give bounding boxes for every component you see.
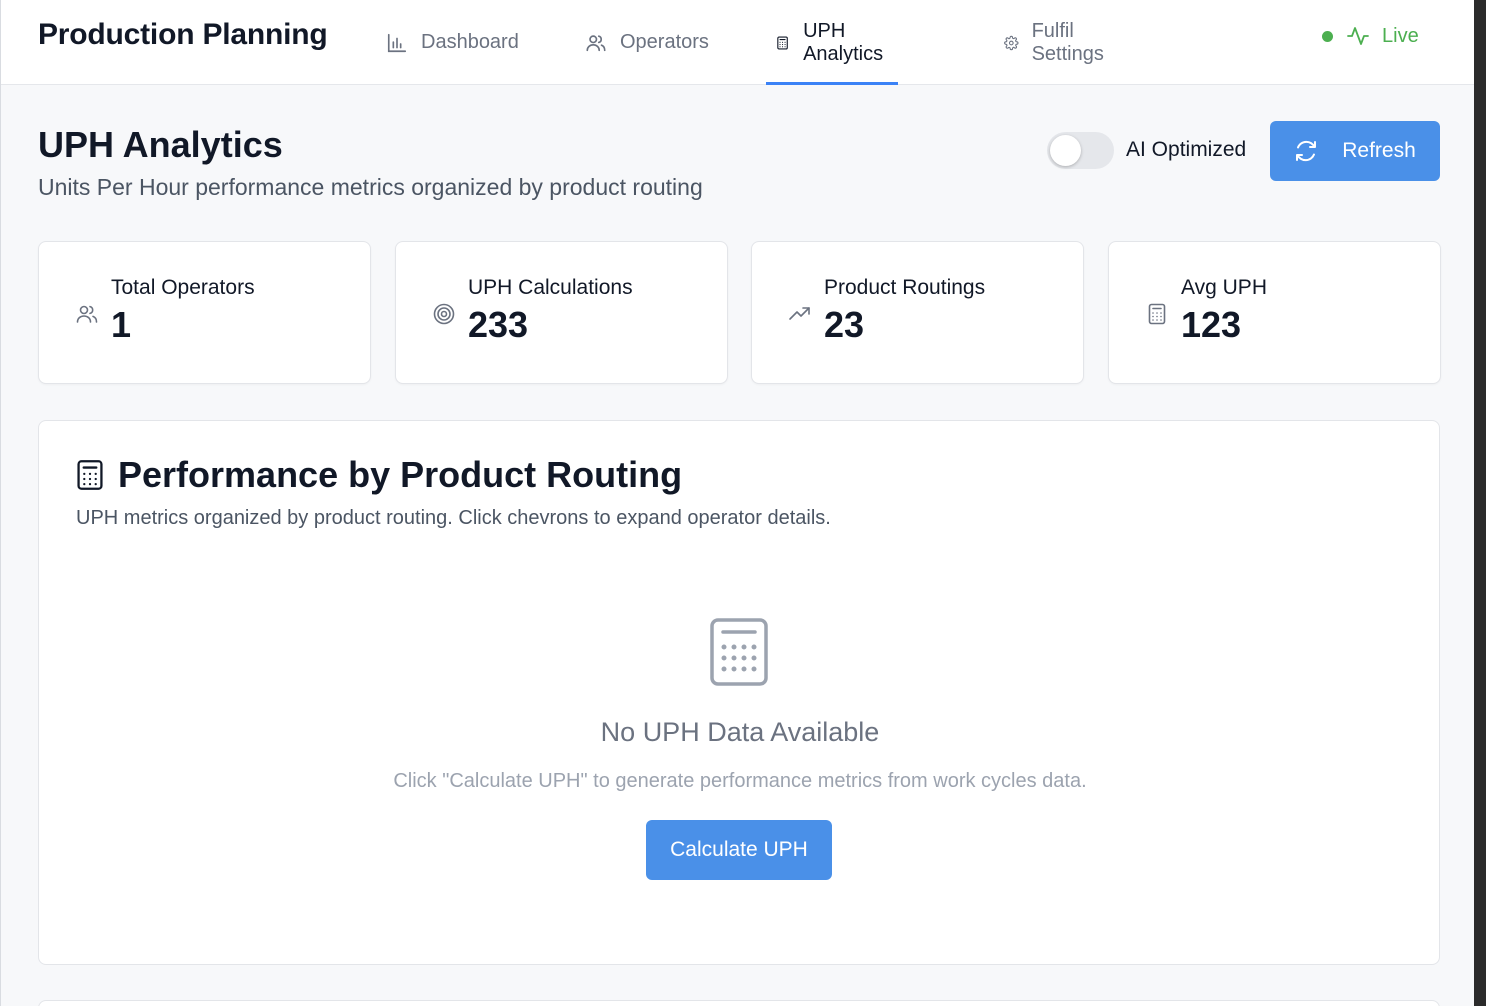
stat-label: Product Routings [824,276,986,299]
nav-tab-label: UPH Analytics [803,19,884,65]
gear-icon [1004,35,1019,50]
stat-value: 123 [1181,304,1242,345]
stat-label: Total Operators [111,276,255,299]
trending-up-icon [789,307,810,320]
nav-tab-fulfil-settings[interactable]: Fulfil Settings [1004,0,1111,85]
refresh-button[interactable]: Refresh [1270,121,1440,181]
nav-tab-operators[interactable]: Operators [585,0,709,85]
top-navigation-bar: Production Planning Dashboard Operators … [1,0,1474,85]
empty-state-description: Click "Calculate UPH" to generate perfor… [393,770,1087,792]
refresh-icon [1296,140,1317,162]
stat-card-product-routings: Product Routings 23 [751,241,1084,384]
app-window: Production Planning Dashboard Operators … [0,0,1474,1006]
target-icon [433,303,455,325]
bar-chart-icon [387,33,407,52]
nav-tab-uph-analytics[interactable]: UPH Analytics [765,0,899,85]
performance-by-routing-panel: Performance by Product Routing UPH metri… [38,420,1440,965]
next-panel-edge [38,1000,1440,1006]
calculator-icon [77,460,103,490]
stat-label: UPH Calculations [468,276,633,299]
users-icon [76,305,98,323]
stat-card-uph-calculations: UPH Calculations 233 [395,241,728,384]
calculator-icon [710,618,768,686]
live-status-indicator: Live [1322,22,1419,50]
page-subtitle: Units Per Hour performance metrics organ… [38,174,703,200]
stat-value: 23 [824,304,865,345]
stat-card-avg-uph: Avg UPH 123 [1108,241,1441,384]
stat-value: 233 [468,304,529,345]
panel-title: Performance by Product Routing [118,454,683,495]
calculator-icon [1148,303,1166,325]
toggle-knob [1050,135,1081,166]
calculator-icon [777,35,788,50]
refresh-button-label: Refresh [1342,139,1416,162]
ai-optimized-label: AI Optimized [1126,138,1247,161]
users-icon [586,34,606,51]
stat-label: Avg UPH [1181,276,1267,299]
page-title: UPH Analytics [38,124,283,165]
empty-state-title: No UPH Data Available [600,717,880,747]
activity-icon [1347,27,1369,45]
nav-tab-label: Dashboard [421,31,519,53]
stat-value: 1 [111,304,132,345]
nav-tab-label: Fulfil Settings [1031,19,1104,65]
calculate-uph-button[interactable]: Calculate UPH [646,820,832,880]
ai-optimized-toggle[interactable] [1047,132,1114,169]
live-status-label: Live [1382,24,1419,47]
nav-tab-label: Operators [620,31,709,53]
app-title: Production Planning [38,18,328,51]
nav-tab-dashboard[interactable]: Dashboard [386,0,519,85]
stat-card-total-operators: Total Operators 1 [38,241,371,384]
panel-description: UPH metrics organized by product routing… [76,507,831,529]
live-status-dot [1322,30,1333,42]
